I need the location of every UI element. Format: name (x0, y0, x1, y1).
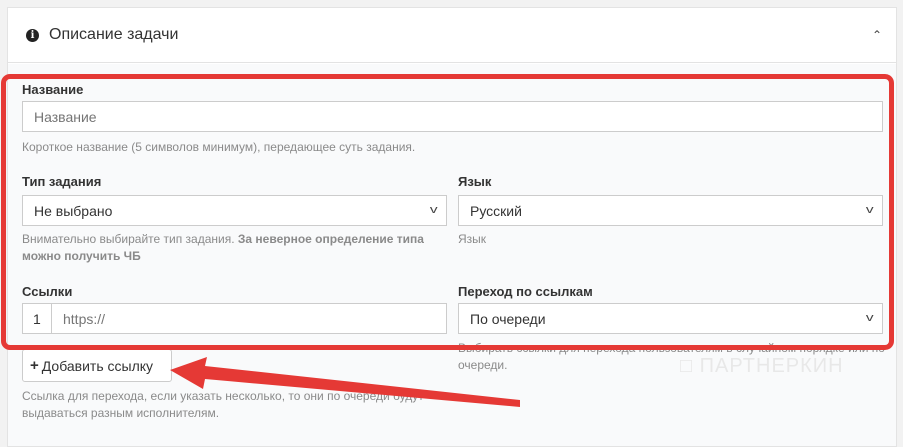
annotation-arrow (170, 357, 520, 407)
annotation-arrow-shape (170, 357, 520, 407)
